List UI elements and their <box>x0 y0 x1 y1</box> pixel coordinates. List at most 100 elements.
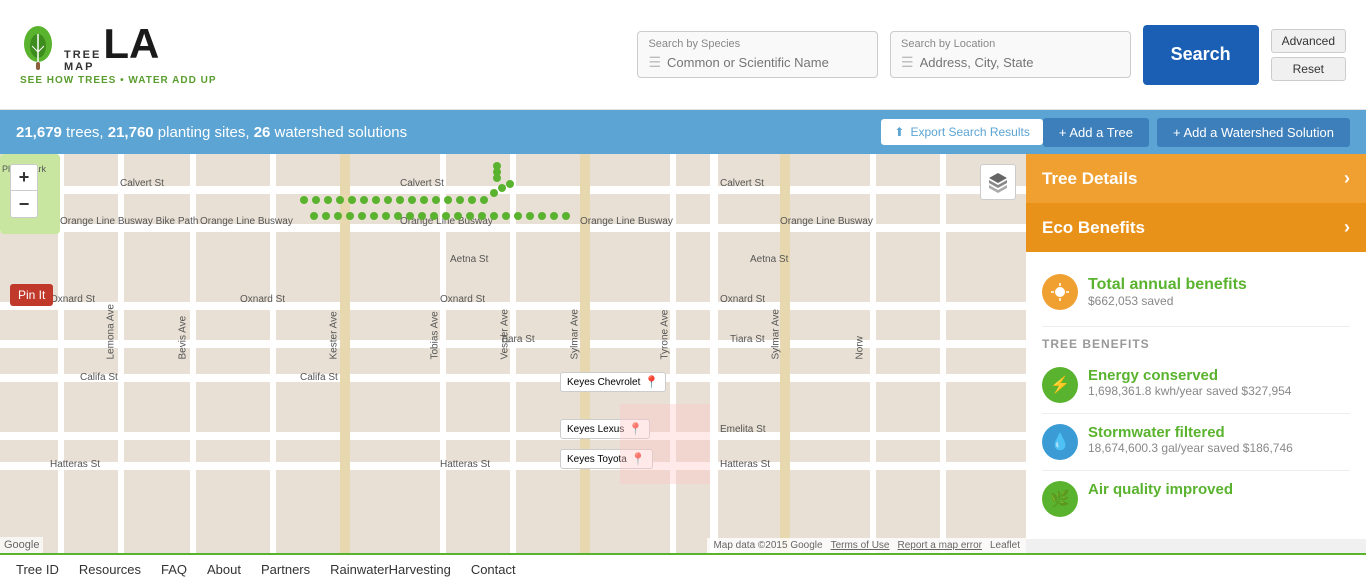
tree-dot <box>498 184 506 192</box>
tree-details-header[interactable]: Tree Details › <box>1026 154 1366 203</box>
leaflet-text: Leaflet <box>990 540 1020 551</box>
report-link[interactable]: Report a map error <box>897 540 981 551</box>
droplet-icon: 💧 <box>1050 432 1070 452</box>
energy-benefit-item: ⚡ Energy conserved 1,698,361.8 kwh/year … <box>1042 357 1350 414</box>
tree-details-chevron-icon: › <box>1344 168 1350 189</box>
footer-link-partners[interactable]: Partners <box>261 562 310 577</box>
export-label: Export Search Results <box>910 125 1029 139</box>
export-icon: ⬆ <box>894 125 904 139</box>
species-input[interactable] <box>667 55 867 70</box>
tree-dot <box>370 212 378 220</box>
stormwater-benefit-item: 💧 Stormwater filtered 18,674,600.3 gal/y… <box>1042 414 1350 471</box>
sylmar2-label: Sylmar Ave <box>771 309 782 359</box>
eco-benefits-content: Total annual benefits $662,053 saved TRE… <box>1026 252 1366 539</box>
tree-dot <box>348 196 356 204</box>
footer-link-rainwater[interactable]: RainwaterHarvesting <box>330 562 451 577</box>
location-input-row: ☰ <box>901 54 1120 71</box>
tree-dot <box>442 212 450 220</box>
keyes-toyota-label: Keyes Toyota <box>567 454 627 465</box>
calvert2-label: Calvert St <box>400 178 444 189</box>
vesper-label: Vesper Ave <box>500 309 511 359</box>
species-input-row: ☰ <box>648 54 867 71</box>
total-benefits-saved: $662,053 saved <box>1088 294 1247 308</box>
oxnard-label: Oxnard St <box>50 294 95 305</box>
search-button[interactable]: Search <box>1143 25 1259 85</box>
tree-dot <box>358 212 366 220</box>
tree-dot <box>430 212 438 220</box>
airquality-benefit-item: 🌿 Air quality improved <box>1042 471 1350 527</box>
road-sylmar2-v <box>780 154 790 553</box>
footer-link-about[interactable]: About <box>207 562 241 577</box>
total-benefits-title: Total annual benefits <box>1088 276 1247 294</box>
eco-benefits-header[interactable]: Eco Benefits › <box>1026 203 1366 252</box>
aetna-label: Aetna St <box>450 254 488 265</box>
aetna2-label: Aetna St <box>750 254 788 265</box>
tree-dot <box>444 196 452 204</box>
orange4-label: Orange Line Busway <box>580 216 673 227</box>
tree-dot <box>454 212 462 220</box>
tree-dot <box>526 212 534 220</box>
zoom-out-button[interactable]: − <box>11 191 37 217</box>
logo-tree: TREE <box>64 49 101 61</box>
reset-button[interactable]: Reset <box>1271 57 1346 81</box>
location-hamburger-icon: ☰ <box>901 54 914 71</box>
add-buttons-group: + Add a Tree + Add a Watershed Solution <box>1043 118 1350 147</box>
logo-map: MAP <box>64 61 101 73</box>
layers-icon <box>987 171 1009 193</box>
logo-leaf-icon <box>20 24 56 72</box>
location-label: Search by Location <box>901 38 1120 50</box>
logo-text: TREE MAP LA <box>64 23 159 73</box>
sun-icon <box>1050 282 1070 302</box>
tiara2-label: Tiara St <box>730 334 765 345</box>
oxnard4-label: Oxnard St <box>720 294 765 305</box>
tree-dot <box>456 196 464 204</box>
zoom-in-button[interactable]: + <box>11 165 37 191</box>
sylmar-label: Sylmar Ave <box>570 309 581 359</box>
footer-link-resources[interactable]: Resources <box>79 562 141 577</box>
add-tree-button[interactable]: + Add a Tree <box>1043 118 1149 147</box>
add-watershed-button[interactable]: + Add a Watershed Solution <box>1157 118 1350 147</box>
road-lemona-v <box>118 154 124 553</box>
map-area[interactable]: Calvert St Calvert St Calvert St Orange … <box>0 154 1026 553</box>
footer-link-faq[interactable]: FAQ <box>161 562 187 577</box>
map-data-text: Map data ©2015 Google <box>713 540 822 551</box>
pin-button[interactable]: Pin It <box>10 284 53 306</box>
tree-dot <box>502 212 510 220</box>
tree-dot <box>432 196 440 204</box>
orange5-label: Orange Line Busway <box>780 216 873 227</box>
terms-link[interactable]: Terms of Use <box>831 540 890 551</box>
stormwater-icon-circle: 💧 <box>1042 424 1078 460</box>
search-area: Search by Species ☰ Search by Location ☰… <box>217 25 1346 85</box>
hatteras-label: Hatteras St <box>50 459 100 470</box>
tree-dot <box>300 196 308 204</box>
bevis-label: Bevis Ave <box>178 316 189 360</box>
chevrolet-map-icon: 📍 <box>644 375 659 389</box>
tree-dot <box>478 212 486 220</box>
tree-dot <box>538 212 546 220</box>
norw-label: Norw <box>855 336 866 359</box>
tree-dot <box>468 196 476 204</box>
tree-dot <box>506 180 514 188</box>
footer-link-contact[interactable]: Contact <box>471 562 516 577</box>
road-sylmar-v <box>580 154 590 553</box>
emelita-label: Emelita St <box>720 424 766 435</box>
map-attribution: Map data ©2015 Google Terms of Use Repor… <box>707 538 1026 553</box>
tree-dot <box>466 212 474 220</box>
location-input[interactable] <box>920 55 1120 70</box>
tree-dot <box>324 196 332 204</box>
layers-button[interactable] <box>980 164 1016 200</box>
export-button[interactable]: ⬆ Export Search Results <box>881 119 1042 145</box>
footer-link-treeid[interactable]: Tree ID <box>16 562 59 577</box>
tree-details-label: Tree Details <box>1042 169 1137 189</box>
stats-text: 21,679 trees, 21,760 planting sites, 26 … <box>16 124 869 141</box>
keyes-chevrolet-label: Keyes Chevrolet <box>567 377 640 388</box>
advanced-button[interactable]: Advanced <box>1271 29 1346 53</box>
footer: Tree ID Resources FAQ About Partners Rai… <box>0 553 1366 583</box>
tree-dot <box>514 212 522 220</box>
califa-label: Califa St <box>80 372 118 383</box>
tree-dot <box>420 196 428 204</box>
hamburger-icon: ☰ <box>648 54 661 71</box>
califa2-label: Califa St <box>300 372 338 383</box>
tree-benefits-label: TREE BENEFITS <box>1042 326 1350 357</box>
lightning-icon: ⚡ <box>1050 375 1070 395</box>
